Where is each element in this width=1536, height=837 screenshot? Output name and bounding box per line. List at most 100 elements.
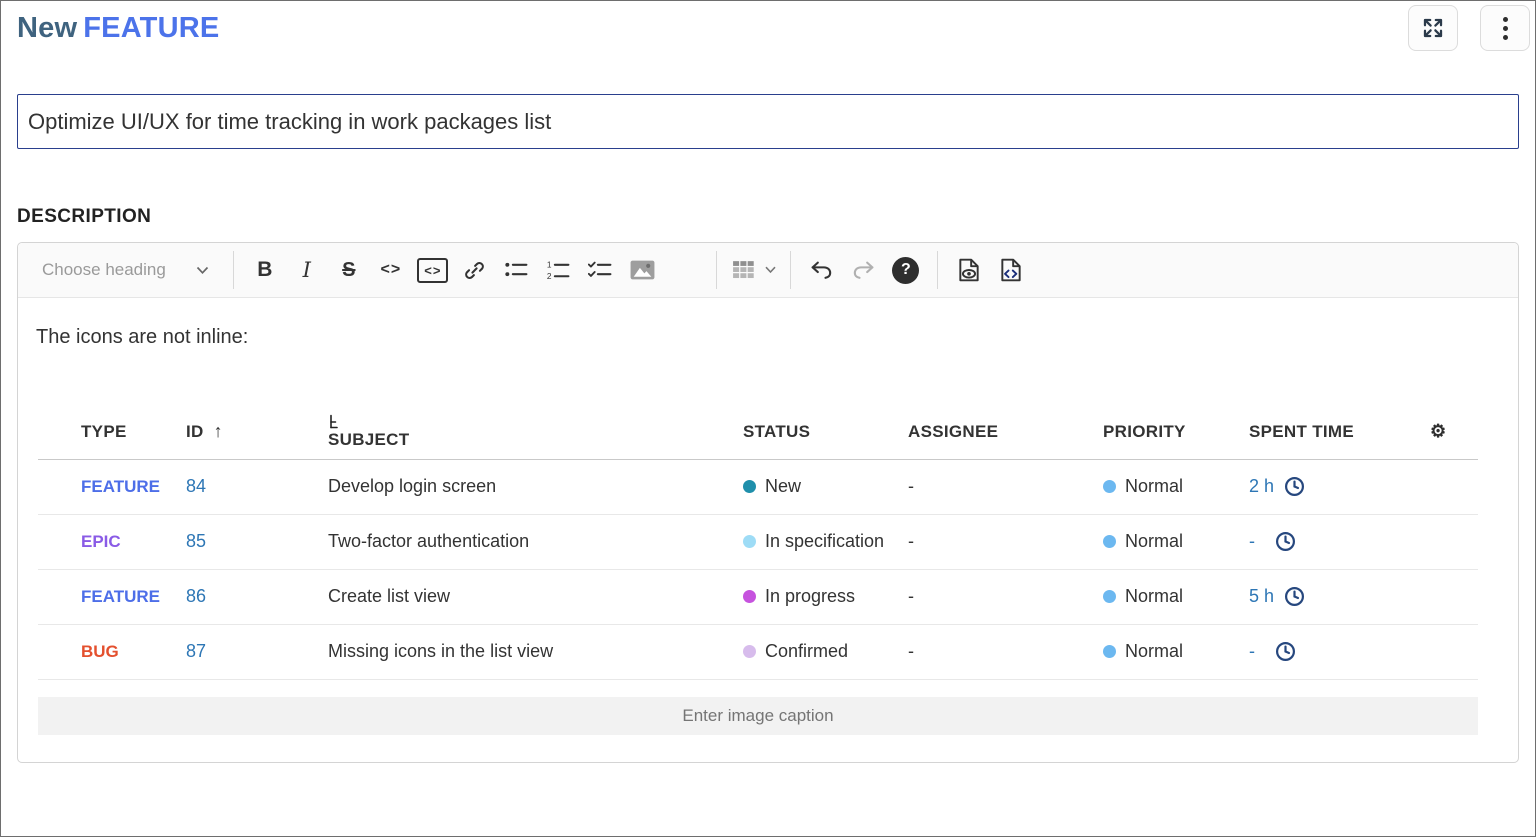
italic-icon: I bbox=[303, 258, 311, 282]
bold-button[interactable]: B bbox=[244, 249, 286, 291]
bulleted-list-icon bbox=[504, 260, 529, 280]
strikethrough-icon: S bbox=[342, 259, 355, 282]
editor-content[interactable]: The icons are not inline: TYPE ID↑ SUBJE… bbox=[18, 298, 1518, 762]
status-dot bbox=[743, 535, 756, 548]
description-label: DESCRIPTION bbox=[17, 206, 1519, 228]
id-link[interactable]: 85 bbox=[186, 531, 206, 551]
code-block-button[interactable]: <> bbox=[412, 249, 454, 291]
image-icon bbox=[629, 259, 656, 281]
priority-label: Normal bbox=[1125, 586, 1183, 607]
quote-icon: “ bbox=[673, 259, 697, 281]
preview-button[interactable] bbox=[948, 249, 990, 291]
undo-icon bbox=[810, 261, 833, 280]
id-link[interactable]: 84 bbox=[186, 476, 206, 496]
subject-cell: Two-factor authentication bbox=[328, 514, 743, 569]
insert-table-button[interactable] bbox=[727, 249, 780, 291]
header-actions bbox=[1408, 5, 1530, 51]
source-button[interactable] bbox=[990, 249, 1032, 291]
description-editor: Choose heading B I S <> <> bbox=[17, 242, 1519, 763]
inline-code-button[interactable]: <> bbox=[370, 249, 412, 291]
numbered-list-button[interactable]: 1 2 bbox=[538, 249, 580, 291]
status-label: New bbox=[765, 476, 801, 497]
preview-icon bbox=[956, 257, 982, 283]
status-label: In progress bbox=[765, 586, 855, 607]
hierarchy-icon bbox=[328, 414, 342, 430]
assignee-cell: - bbox=[908, 569, 1103, 624]
gear-icon[interactable]: ⚙ bbox=[1428, 421, 1446, 441]
priority-label: Normal bbox=[1125, 641, 1183, 662]
assignee-cell: - bbox=[908, 514, 1103, 569]
id-link[interactable]: 86 bbox=[186, 586, 206, 606]
status-label: In specification bbox=[765, 531, 884, 552]
clock-icon bbox=[1275, 531, 1296, 552]
embedded-image-figure[interactable]: TYPE ID↑ SUBJECT STATUS ASSIGNEE PRIORIT… bbox=[38, 405, 1478, 735]
editor-toolbar: Choose heading B I S <> <> bbox=[18, 243, 1518, 298]
table-header-row: TYPE ID↑ SUBJECT STATUS ASSIGNEE PRIORIT… bbox=[38, 405, 1478, 459]
assignee-cell: - bbox=[908, 459, 1103, 514]
type-link[interactable]: FEATURE bbox=[81, 587, 160, 606]
priority-dot bbox=[1103, 535, 1116, 548]
source-code-icon bbox=[998, 257, 1024, 283]
type-link[interactable]: EPIC bbox=[81, 532, 121, 551]
help-icon: ? bbox=[892, 257, 919, 284]
strikethrough-button[interactable]: S bbox=[328, 249, 370, 291]
spent-time-link[interactable]: 2 h bbox=[1249, 476, 1274, 497]
toolbar-divider bbox=[937, 251, 938, 289]
status-dot bbox=[743, 590, 756, 603]
chevron-down-icon bbox=[765, 266, 776, 274]
work-package-table: TYPE ID↑ SUBJECT STATUS ASSIGNEE PRIORIT… bbox=[38, 405, 1478, 680]
type-link[interactable]: BUG bbox=[81, 642, 119, 661]
page-header: NewFEATURE bbox=[1, 1, 1535, 51]
status-dot bbox=[743, 480, 756, 493]
assignee-cell: - bbox=[908, 624, 1103, 679]
type-link[interactable]: FEATURE bbox=[81, 477, 160, 496]
column-subject: SUBJECT bbox=[328, 405, 743, 459]
priority-label: Normal bbox=[1125, 476, 1183, 497]
help-button[interactable]: ? bbox=[885, 249, 927, 291]
toolbar-divider bbox=[716, 251, 717, 289]
heading-dropdown[interactable]: Choose heading bbox=[26, 249, 223, 291]
image-caption-input[interactable]: Enter image caption bbox=[38, 697, 1478, 735]
redo-button[interactable] bbox=[843, 249, 885, 291]
spent-time-link[interactable]: - bbox=[1249, 641, 1265, 662]
column-type: TYPE bbox=[38, 405, 186, 459]
subject-cell: Missing icons in the list view bbox=[328, 624, 743, 679]
column-priority: PRIORITY bbox=[1103, 405, 1249, 459]
insert-image-button[interactable] bbox=[622, 249, 664, 291]
status-dot bbox=[743, 645, 756, 658]
block-quote-button[interactable]: “ bbox=[664, 249, 706, 291]
table-row[interactable]: EPIC 85 Two-factor authentication In spe… bbox=[38, 514, 1478, 569]
table-row[interactable]: BUG 87 Missing icons in the list view Co… bbox=[38, 624, 1478, 679]
column-spent-time: SPENT TIME bbox=[1249, 405, 1428, 459]
toolbar-divider bbox=[233, 251, 234, 289]
column-assignee: ASSIGNEE bbox=[908, 405, 1103, 459]
numbered-list-icon: 1 2 bbox=[546, 260, 571, 281]
more-options-button[interactable] bbox=[1480, 5, 1530, 51]
clock-icon bbox=[1284, 586, 1305, 607]
column-id: ID↑ bbox=[186, 405, 328, 459]
italic-button[interactable]: I bbox=[286, 249, 328, 291]
column-settings: ⚙ bbox=[1428, 405, 1478, 459]
new-work-package-page: NewFEATURE DESCRIPTION bbox=[0, 0, 1536, 837]
status-label: Confirmed bbox=[765, 641, 848, 662]
image-caption-placeholder: Enter image caption bbox=[682, 706, 833, 726]
title-prefix: New bbox=[17, 12, 77, 44]
expand-fullscreen-button[interactable] bbox=[1408, 5, 1458, 51]
bulleted-list-button[interactable] bbox=[496, 249, 538, 291]
todo-list-button[interactable] bbox=[580, 249, 622, 291]
subject-input[interactable] bbox=[17, 94, 1519, 149]
id-link[interactable]: 87 bbox=[186, 641, 206, 661]
table-icon bbox=[731, 259, 756, 281]
link-button[interactable] bbox=[454, 249, 496, 291]
subject-cell: Develop login screen bbox=[328, 459, 743, 514]
spent-time-link[interactable]: 5 h bbox=[1249, 586, 1274, 607]
expand-icon bbox=[1420, 15, 1446, 41]
priority-dot bbox=[1103, 480, 1116, 493]
editor-paragraph: The icons are not inline: bbox=[36, 326, 1500, 349]
undo-button[interactable] bbox=[801, 249, 843, 291]
table-row[interactable]: FEATURE 86 Create list view In progress … bbox=[38, 569, 1478, 624]
table-row[interactable]: FEATURE 84 Develop login screen New - No… bbox=[38, 459, 1478, 514]
sort-ascending-icon: ↑ bbox=[214, 421, 223, 441]
toolbar-divider bbox=[790, 251, 791, 289]
spent-time-link[interactable]: - bbox=[1249, 531, 1265, 552]
